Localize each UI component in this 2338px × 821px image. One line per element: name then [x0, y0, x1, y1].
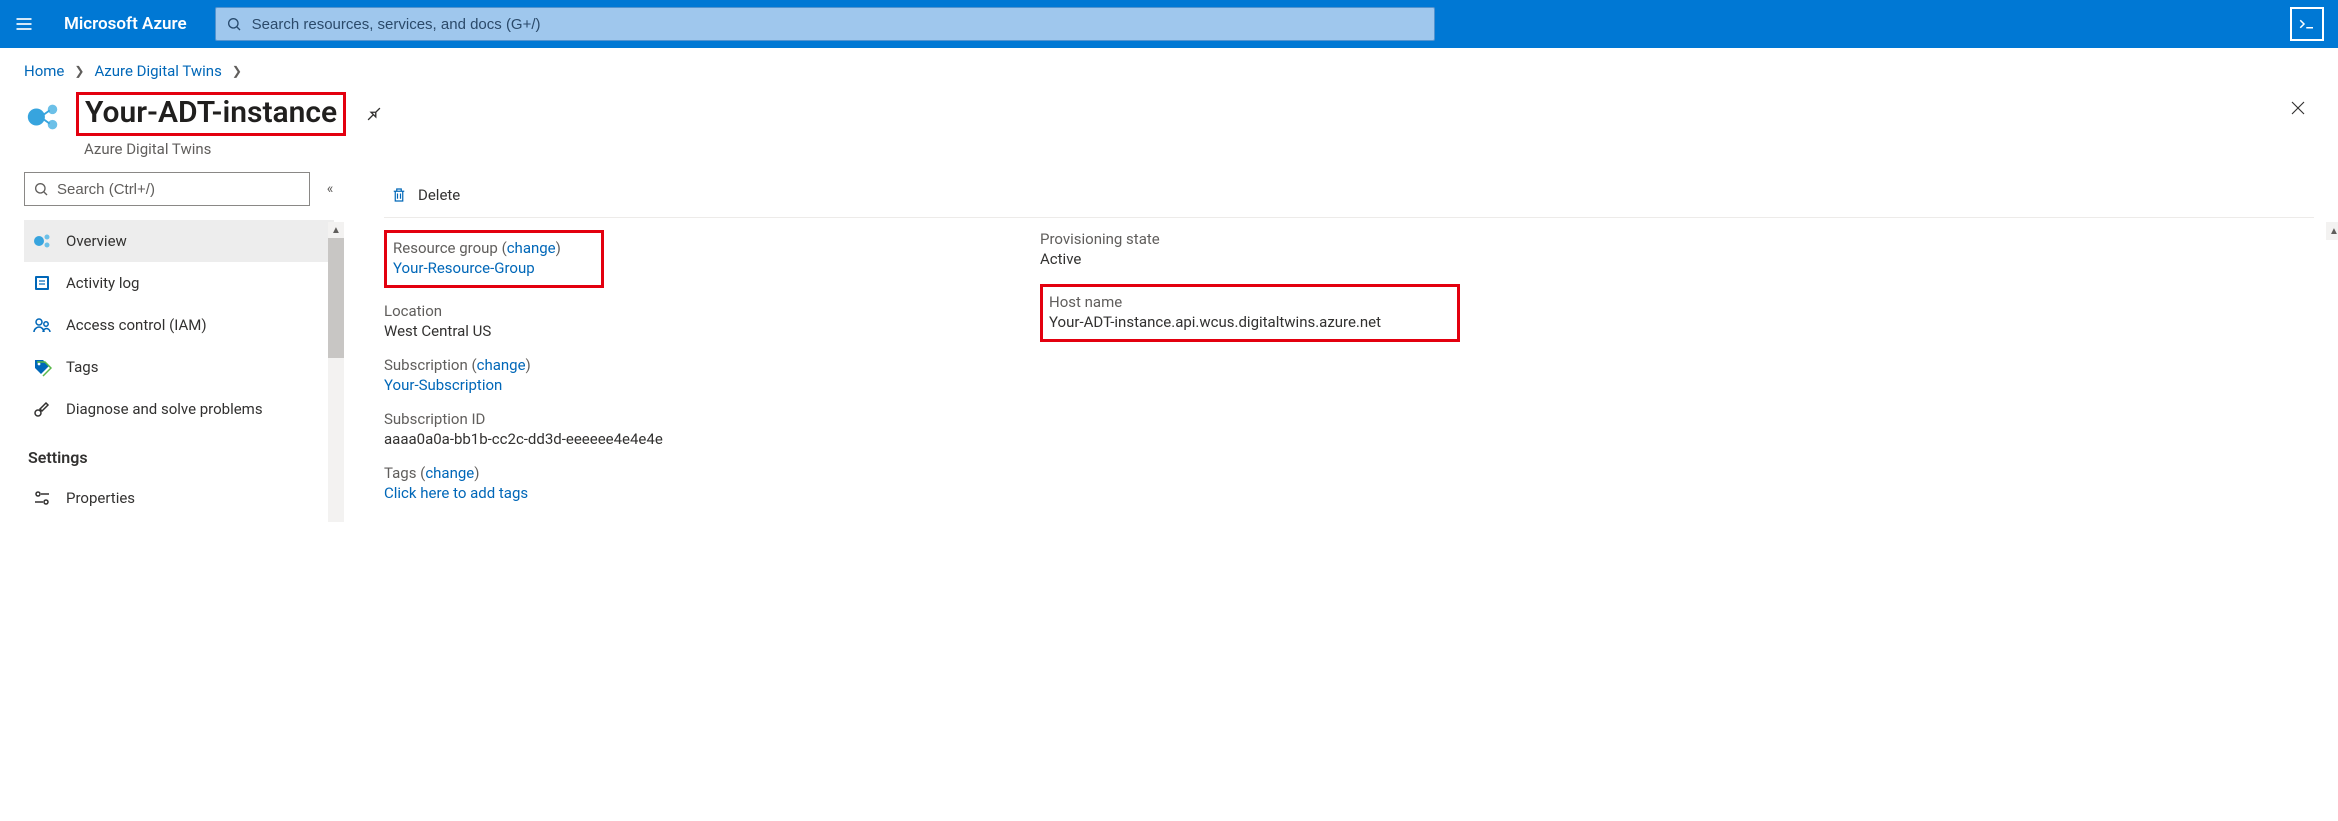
sidebar-item-label: Overview: [66, 232, 127, 250]
subscription-id-value: aaaa0a0a-bb1b-cc2c-dd3d-eeeeee4e4e4e: [384, 430, 970, 448]
sidebar-item-overview[interactable]: Overview: [24, 220, 334, 262]
chevron-right-icon: ❯: [74, 64, 84, 78]
close-icon: [2289, 99, 2307, 117]
activity-log-icon: [32, 273, 52, 293]
collapse-sidebar-button[interactable]: «: [320, 181, 340, 197]
body: « Overview Activity log Access control (…: [0, 172, 2338, 529]
sidebar: « Overview Activity log Access control (…: [0, 172, 340, 529]
pin-button[interactable]: [360, 100, 388, 128]
diagnose-icon: [32, 399, 52, 419]
tags-label: Tags (change): [384, 464, 970, 482]
main-scroll-up[interactable]: ▲: [2326, 222, 2338, 240]
hostname-box: Host name Your-ADT-instance.api.wcus.dig…: [1040, 284, 1460, 342]
page-title: Your-ADT-instance: [76, 92, 346, 136]
hamburger-menu-icon[interactable]: [0, 0, 48, 48]
search-icon: [226, 16, 242, 32]
location-label: Location: [384, 302, 970, 320]
delete-button[interactable]: Delete: [384, 182, 466, 208]
delete-label: Delete: [418, 186, 460, 204]
essentials: Resource group (change) Your-Resource-Gr…: [384, 218, 2314, 518]
sidebar-item-access-control[interactable]: Access control (IAM): [24, 304, 334, 346]
provisioning-field: Provisioning state Active: [1040, 230, 1626, 268]
chevron-right-icon: ❯: [232, 64, 242, 78]
sidebar-item-label: Tags: [66, 358, 98, 376]
cloud-shell-button[interactable]: [2290, 7, 2324, 41]
hostname-value: Your-ADT-instance.api.wcus.digitaltwins.…: [1049, 313, 1447, 331]
global-search-input[interactable]: [252, 16, 1424, 33]
adt-mini-icon: [32, 231, 52, 251]
access-control-icon: [32, 315, 52, 335]
toolbar: Delete: [384, 172, 2314, 218]
subscription-id-label: Subscription ID: [384, 410, 970, 428]
resource-group-value[interactable]: Your-Resource-Group: [393, 259, 591, 277]
resource-header: Your-ADT-instance Azure Digital Twins: [0, 86, 2338, 172]
pin-icon: [360, 100, 388, 128]
topbar: Microsoft Azure: [0, 0, 2338, 48]
essentials-right-col: Provisioning state Active Host name Your…: [1040, 230, 1626, 518]
sidebar-item-activity-log[interactable]: Activity log: [24, 262, 334, 304]
sidebar-item-diagnose[interactable]: Diagnose and solve problems: [24, 388, 334, 430]
breadcrumb-adt[interactable]: Azure Digital Twins: [94, 62, 221, 80]
sidebar-item-tags[interactable]: Tags: [24, 346, 334, 388]
sidebar-item-label: Access control (IAM): [66, 316, 207, 334]
delete-icon: [390, 186, 408, 204]
sidebar-nav: Overview Activity log Access control (IA…: [24, 220, 334, 519]
page-subtitle: Azure Digital Twins: [76, 140, 388, 158]
adt-resource-icon: [24, 98, 62, 136]
subscription-value[interactable]: Your-Subscription: [384, 376, 970, 394]
provisioning-value: Active: [1040, 250, 1626, 268]
main-content: Delete ▲ Resource group (change) Your-Re…: [340, 172, 2338, 529]
sidebar-search[interactable]: [24, 172, 310, 206]
essentials-left-col: Resource group (change) Your-Resource-Gr…: [384, 230, 970, 518]
tags-icon: [32, 357, 52, 377]
search-icon: [33, 181, 49, 197]
properties-icon: [32, 488, 52, 508]
location-field: Location West Central US: [384, 302, 970, 340]
sidebar-section-settings: Settings: [24, 430, 334, 477]
close-button[interactable]: [2282, 92, 2314, 124]
global-search[interactable]: [215, 7, 1435, 41]
subscription-label: Subscription (change): [384, 356, 970, 374]
breadcrumb: Home ❯ Azure Digital Twins ❯: [0, 48, 2338, 86]
provisioning-label: Provisioning state: [1040, 230, 1626, 248]
subscription-field: Subscription (change) Your-Subscription: [384, 356, 970, 394]
hostname-label: Host name: [1049, 293, 1447, 311]
brand-label[interactable]: Microsoft Azure: [58, 14, 205, 34]
sidebar-item-label: Diagnose and solve problems: [66, 400, 263, 418]
sidebar-search-input[interactable]: [57, 181, 301, 198]
sidebar-item-properties[interactable]: Properties: [24, 477, 334, 519]
tags-value[interactable]: Click here to add tags: [384, 484, 970, 502]
location-value: West Central US: [384, 322, 970, 340]
sidebar-item-label: Activity log: [66, 274, 139, 292]
breadcrumb-home[interactable]: Home: [24, 62, 64, 80]
resource-group-box: Resource group (change) Your-Resource-Gr…: [384, 230, 604, 288]
change-resource-group-link[interactable]: change: [507, 239, 556, 257]
sidebar-item-label: Properties: [66, 489, 135, 507]
resource-group-label: Resource group (change): [393, 239, 591, 257]
subscription-id-field: Subscription ID aaaa0a0a-bb1b-cc2c-dd3d-…: [384, 410, 970, 448]
tags-field: Tags (change) Click here to add tags: [384, 464, 970, 502]
change-tags-link[interactable]: change: [425, 464, 474, 482]
change-subscription-link[interactable]: change: [477, 356, 526, 374]
